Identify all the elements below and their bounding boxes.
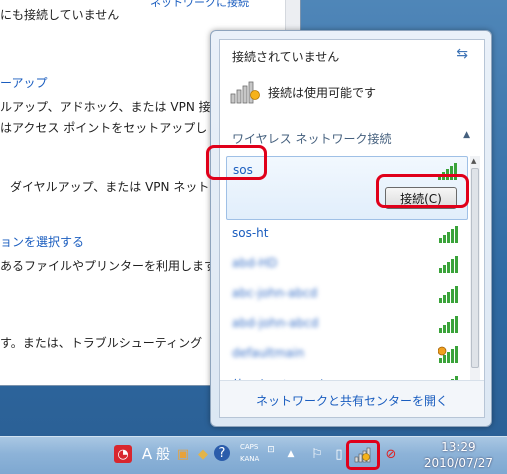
clock[interactable]: 13:29 2010/07/27 xyxy=(424,439,493,471)
highlight-connect-button xyxy=(376,174,469,208)
ime-dictionary-icon[interactable]: ◆ xyxy=(194,445,212,463)
network-flyout: 接続されていません ⇆ 接続は使用可能です ワイヤレス ネットワーク接続 ▲ s… xyxy=(210,30,492,427)
open-network-center-link[interactable]: ネットワークと共有センターを開く xyxy=(220,392,484,409)
ime-options-icon[interactable]: ⊡ xyxy=(262,441,280,459)
signal-strength-icon xyxy=(439,286,458,303)
description-line: はアクセス ポイントをセットアップし xyxy=(0,121,208,135)
description-line: す。または、トラブルシューティング xyxy=(0,336,203,350)
action-center-flag-icon[interactable]: ⚐ xyxy=(308,445,326,463)
signal-strength-icon xyxy=(439,256,458,273)
network-name: sos-ht xyxy=(232,226,269,240)
description-line: ルアップ、アドホック、または VPN 接続 xyxy=(0,100,223,114)
highlight-network-tray xyxy=(346,440,380,470)
section-label: ワイヤレス ネットワーク接続 xyxy=(232,132,392,146)
clock-time: 13:29 xyxy=(441,440,476,454)
description-line: ダイヤルアップ、または VPN ネット xyxy=(10,180,210,194)
wireless-section-header[interactable]: ワイヤレス ネットワーク接続 ▲ xyxy=(232,130,472,147)
network-item[interactable]: abd-HD xyxy=(226,250,468,280)
refresh-icon[interactable]: ⇆ xyxy=(456,46,468,62)
caps-indicator: CAPS xyxy=(240,443,259,451)
signal-strength-icon xyxy=(439,226,458,243)
secured-signal-icon xyxy=(438,346,458,363)
volume-muted-icon[interactable]: ⊘ xyxy=(382,445,400,463)
signal-strength-icon xyxy=(439,316,458,333)
network-available-icon xyxy=(230,81,260,104)
flyout-panel: 接続されていません ⇆ 接続は使用可能です ワイヤレス ネットワーク接続 ▲ s… xyxy=(219,39,485,418)
scrollbar-thumb[interactable] xyxy=(471,168,479,368)
flyout-footer: ネットワークと共有センターを開く xyxy=(220,380,484,417)
ime-kanji-icon[interactable]: 般 xyxy=(154,445,172,463)
choose-homegroup-link[interactable]: ョンを選択する xyxy=(0,233,84,250)
network-list-scrollbar[interactable]: ▲ ▼ xyxy=(470,156,480,408)
setup-link[interactable]: ーアップ xyxy=(0,74,48,91)
network-item[interactable]: sos-ht xyxy=(226,220,468,250)
network-item[interactable]: abc-john-abcd xyxy=(226,280,468,310)
network-item[interactable]: abd-john-abcd xyxy=(226,310,468,340)
description-line: あるファイルやプリンターを利用します xyxy=(0,259,217,273)
network-name: abd-HD xyxy=(232,256,278,270)
network-name: abc-john-abcd xyxy=(232,286,318,300)
network-item[interactable]: defaultmain xyxy=(226,340,468,370)
highlight-sos xyxy=(206,145,267,180)
status-line: にも接続していません xyxy=(0,8,120,22)
collapse-icon[interactable]: ▲ xyxy=(463,130,470,140)
network-name: abd-john-abcd xyxy=(232,316,319,330)
show-hidden-icons[interactable]: ▲ xyxy=(282,445,300,463)
ime-tool-icon[interactable]: ▣ xyxy=(174,445,192,463)
network-name: defaultmain xyxy=(232,346,305,360)
taskbar: ◔ A 般 ▣ ◆ ? CAPS KANA ⊡ ▲ ⚐ ▯ ⊘ 13:29 20… xyxy=(0,436,507,474)
availability-text: 接続は使用可能です xyxy=(268,86,377,100)
connection-status: 接続されていません xyxy=(232,50,340,64)
connect-network-link[interactable]: ネットワークに接続 xyxy=(150,0,249,10)
antivirus-icon[interactable]: ◔ xyxy=(114,445,132,463)
kana-indicator: KANA xyxy=(240,455,260,463)
scroll-up-icon[interactable]: ▲ xyxy=(471,157,476,165)
clock-date: 2010/07/27 xyxy=(423,456,493,470)
help-icon[interactable]: ? xyxy=(214,445,230,461)
